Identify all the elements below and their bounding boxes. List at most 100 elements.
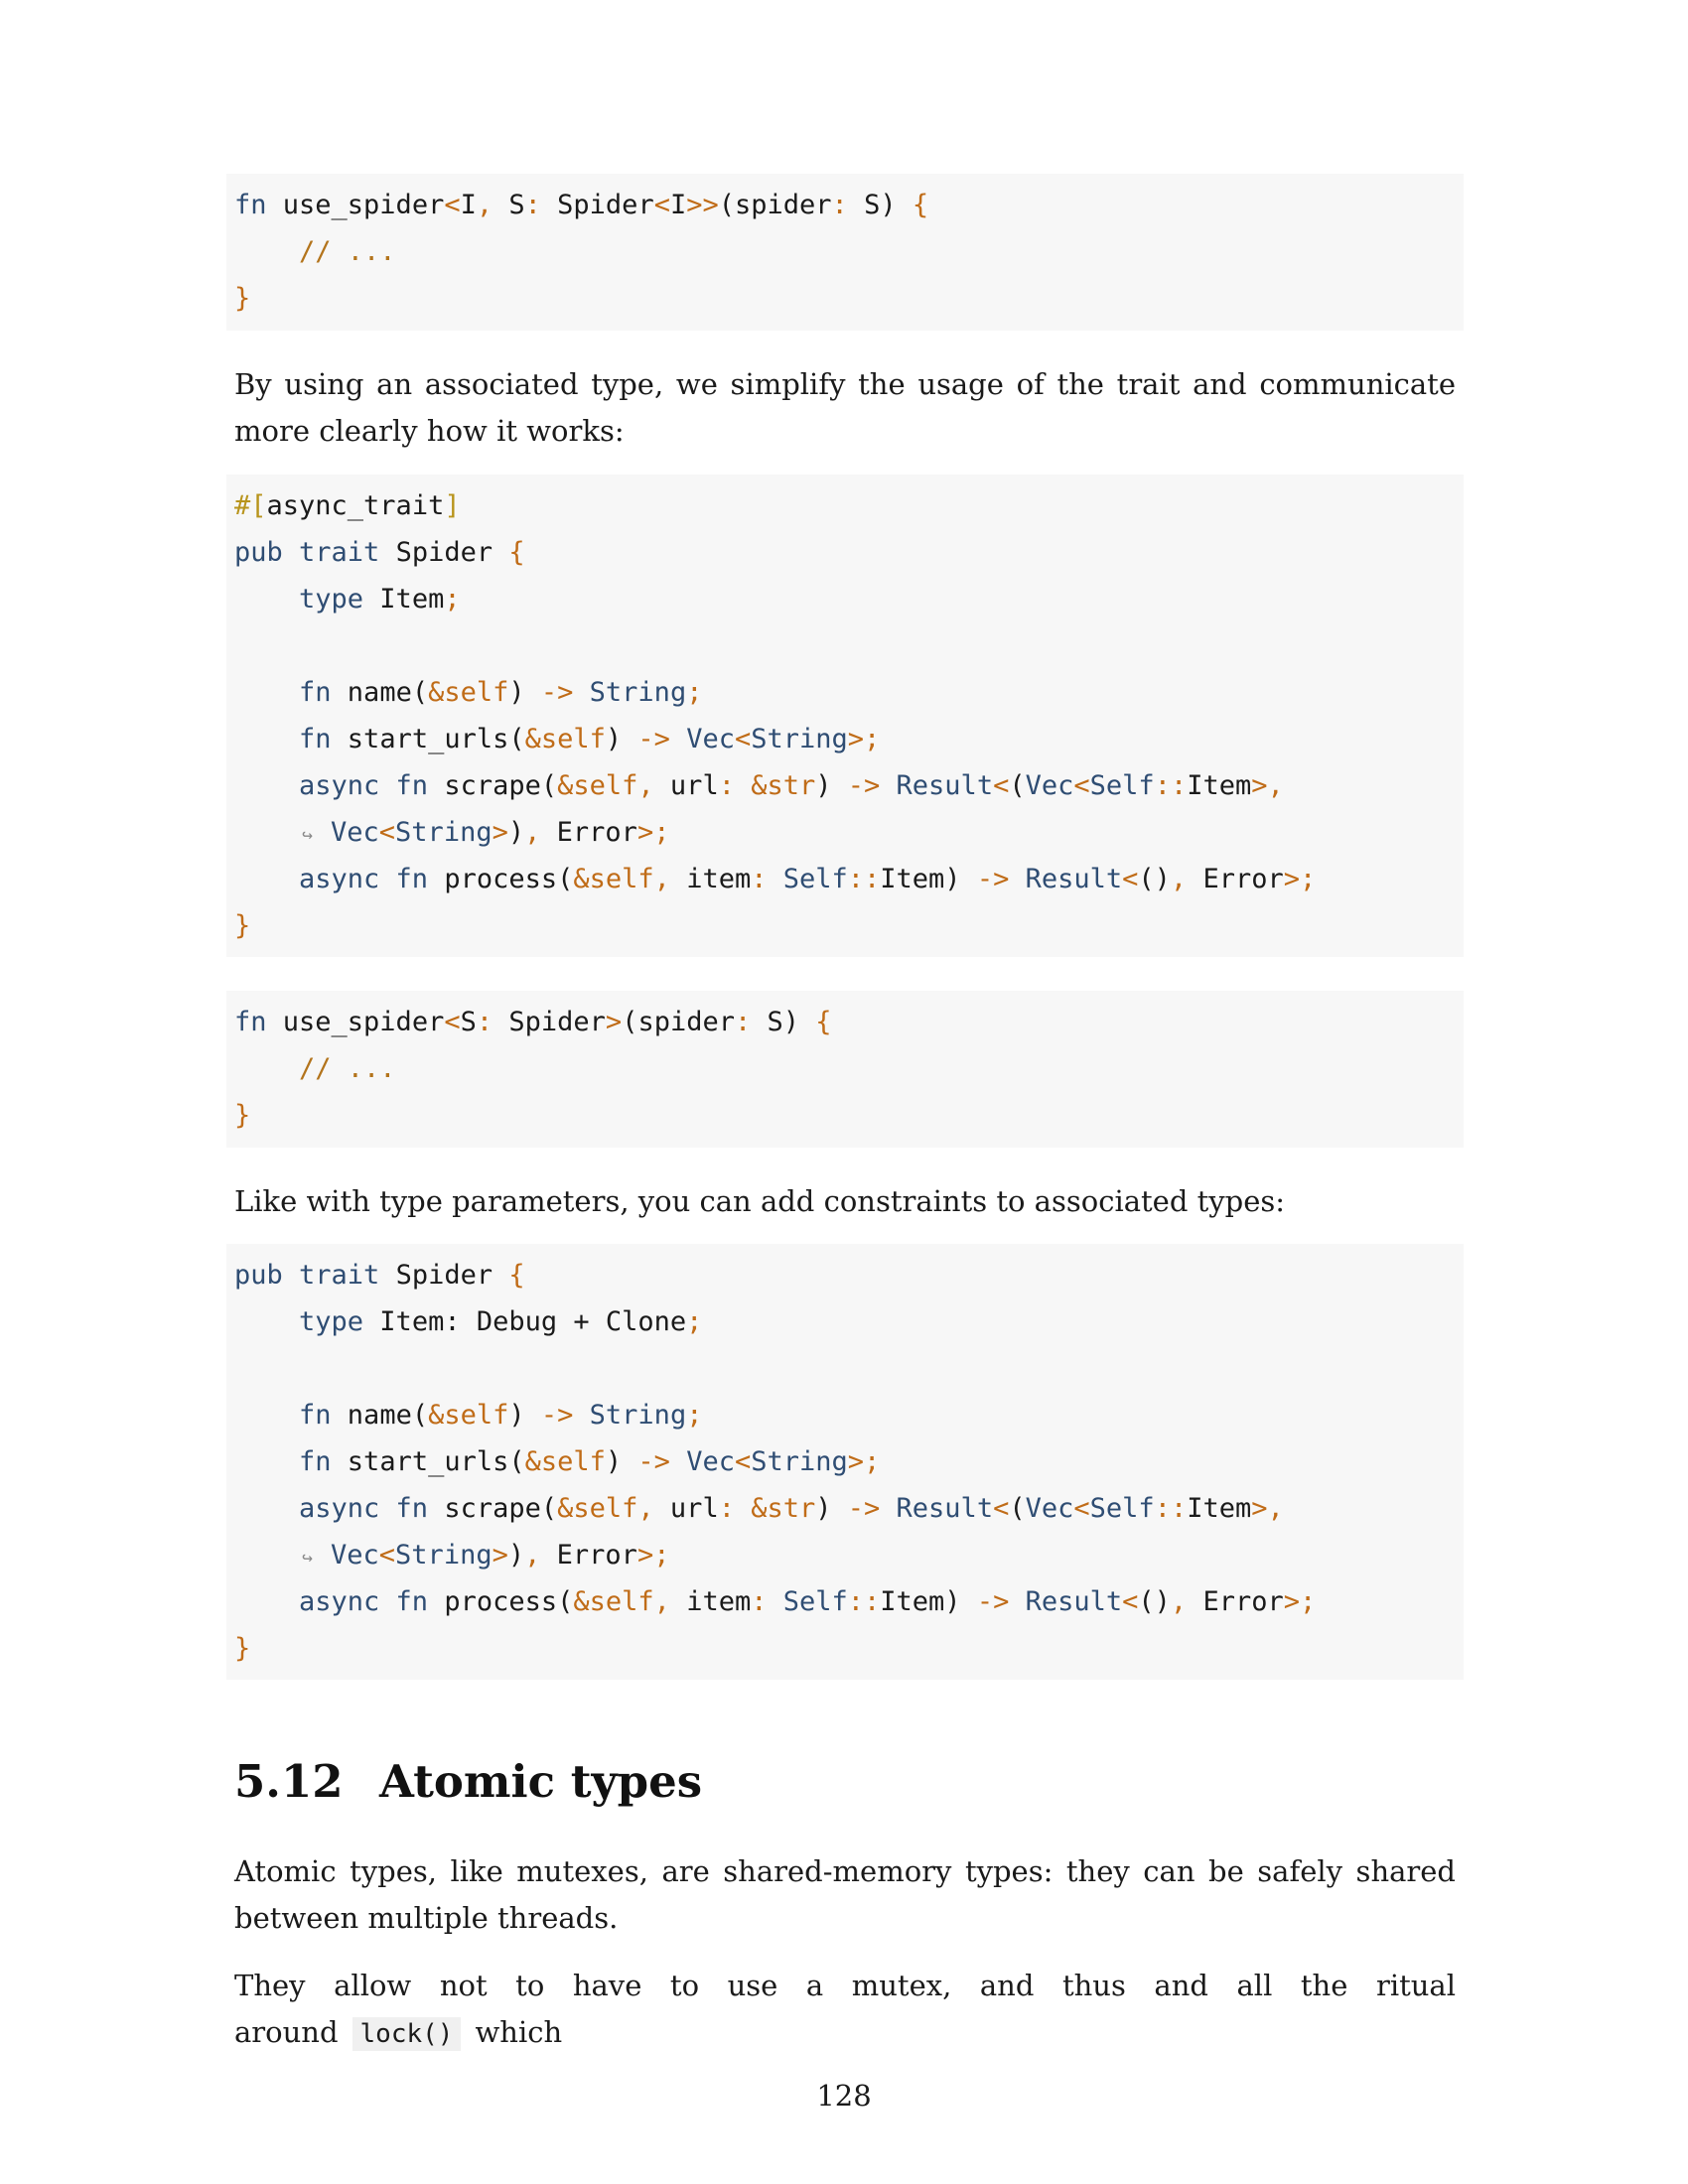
code-token: { <box>815 1007 832 1037</box>
code-type: Result <box>880 1493 994 1524</box>
code-token: < <box>1122 1586 1139 1617</box>
code-line: } <box>234 1092 1456 1139</box>
code-token: ) <box>508 1400 541 1431</box>
code-line: // ... <box>234 1045 1456 1092</box>
code-token: : <box>831 190 848 220</box>
code-line: pub trait Spider { <box>234 1252 1456 1298</box>
code-token: &self <box>524 1446 606 1477</box>
code-token: start_urls( <box>331 1446 525 1477</box>
code-type: Self <box>767 864 848 894</box>
code-token: < <box>1122 864 1139 894</box>
paragraph-constraints: Like with type parameters, you can add c… <box>234 1184 1286 1218</box>
code-token: , <box>653 1586 670 1617</box>
code-token: S <box>492 190 525 220</box>
code-token: } <box>234 1633 251 1664</box>
code-token: ) <box>507 817 525 848</box>
code-token: >; <box>636 1540 670 1570</box>
code-token: -> <box>540 1400 574 1431</box>
code-token: >; <box>1283 864 1317 894</box>
code-keyword: pub trait <box>234 537 380 568</box>
code-comment: // ... <box>234 236 396 267</box>
code-comment: // ... <box>234 1053 396 1084</box>
code-token: use_spider <box>266 1007 445 1037</box>
code-type: Vec <box>669 724 735 754</box>
code-token: -> <box>976 1586 1010 1617</box>
code-token: > <box>492 817 508 848</box>
code-type: Self <box>1089 1493 1155 1524</box>
page-number: 128 <box>816 2079 872 2113</box>
code-token: name( <box>331 677 429 708</box>
code-type: Vec <box>1025 1493 1074 1524</box>
code-token: ) <box>507 1540 525 1570</box>
code-token: &self <box>573 1586 654 1617</box>
code-token: (spider <box>622 1007 735 1037</box>
paragraph-atomic-mutex: They allow not to have to use a mutex, a… <box>234 1963 1456 2058</box>
code-keyword: type <box>234 584 364 614</box>
code-keyword: async fn <box>234 1586 429 1617</box>
paragraph-text: which <box>475 2015 563 2049</box>
code-token: &self <box>557 1493 638 1524</box>
code-token: process( <box>428 864 574 894</box>
code-line: type Item; <box>234 576 1456 622</box>
code-block-spider-trait-constrained: pub trait Spider { type Item: Debug + Cl… <box>226 1244 1464 1680</box>
code-token: > <box>605 1007 623 1037</box>
code-token: -> <box>847 1493 881 1524</box>
code-token: , <box>524 817 541 848</box>
code-keyword: fn <box>234 677 332 708</box>
code-type: Result <box>1009 864 1123 894</box>
code-token: ; <box>686 677 703 708</box>
code-token: Item) <box>880 864 977 894</box>
code-token: : <box>751 1586 768 1617</box>
code-line: } <box>234 275 1456 322</box>
code-token: ) <box>508 677 541 708</box>
code-keyword: fn <box>234 1400 332 1431</box>
code-block-use-spider-associated: fn use_spider<S: Spider>(spider: S) { //… <box>226 991 1464 1148</box>
code-line: } <box>234 1625 1456 1672</box>
code-line: fn start_urls(&self) -> Vec<String>; <box>234 1438 1456 1485</box>
code-token: -> <box>637 724 670 754</box>
code-token: S <box>460 1007 477 1037</box>
code-token: :: <box>1154 1493 1188 1524</box>
code-token: : <box>476 1007 493 1037</box>
code-block-spider-trait: #[async_trait] pub trait Spider { type I… <box>226 475 1464 957</box>
code-token: Error <box>1187 864 1284 894</box>
code-token: -> <box>976 864 1010 894</box>
code-line: // ... <box>234 228 1456 275</box>
code-token: >, <box>1251 770 1284 801</box>
code-keyword: async fn <box>234 1493 429 1524</box>
code-type: Vec <box>1025 770 1074 801</box>
code-type: String <box>751 724 848 754</box>
code-token: , <box>653 864 670 894</box>
code-token: ; <box>444 584 461 614</box>
code-token: , <box>1170 1586 1188 1617</box>
code-token: url <box>653 1493 719 1524</box>
code-token: >; <box>847 1446 881 1477</box>
code-keyword: fn <box>234 724 332 754</box>
paragraph-atomic-intro: Atomic types, like mutexes, are shared-m… <box>234 1854 1456 1935</box>
inline-code: lock() <box>352 2017 462 2051</box>
code-token: >, <box>1251 1493 1284 1524</box>
code-keyword: type <box>234 1306 364 1337</box>
code-token: >> <box>686 190 719 220</box>
code-token: use_spider <box>266 190 445 220</box>
code-token: start_urls( <box>331 724 525 754</box>
code-token: < <box>1073 770 1090 801</box>
code-token: &self <box>557 770 638 801</box>
code-token: item <box>669 1586 752 1617</box>
code-token: > <box>492 1540 508 1570</box>
code-token: ; <box>686 1306 703 1337</box>
code-token: Error <box>540 817 637 848</box>
code-attribute: #[ <box>234 490 267 521</box>
code-attribute: ] <box>444 490 461 521</box>
code-token: Spider <box>379 537 509 568</box>
code-type: String <box>751 1446 848 1477</box>
line-continuation-icon: ↪ <box>302 1548 313 1569</box>
code-keyword: async fn <box>234 864 429 894</box>
code-token: I <box>669 190 687 220</box>
code-type: String <box>573 677 687 708</box>
code-type: Result <box>880 770 994 801</box>
code-token: S) <box>847 190 913 220</box>
code-keyword: async fn <box>234 770 429 801</box>
code-token: , <box>476 190 493 220</box>
code-token: Spider <box>492 1007 606 1037</box>
